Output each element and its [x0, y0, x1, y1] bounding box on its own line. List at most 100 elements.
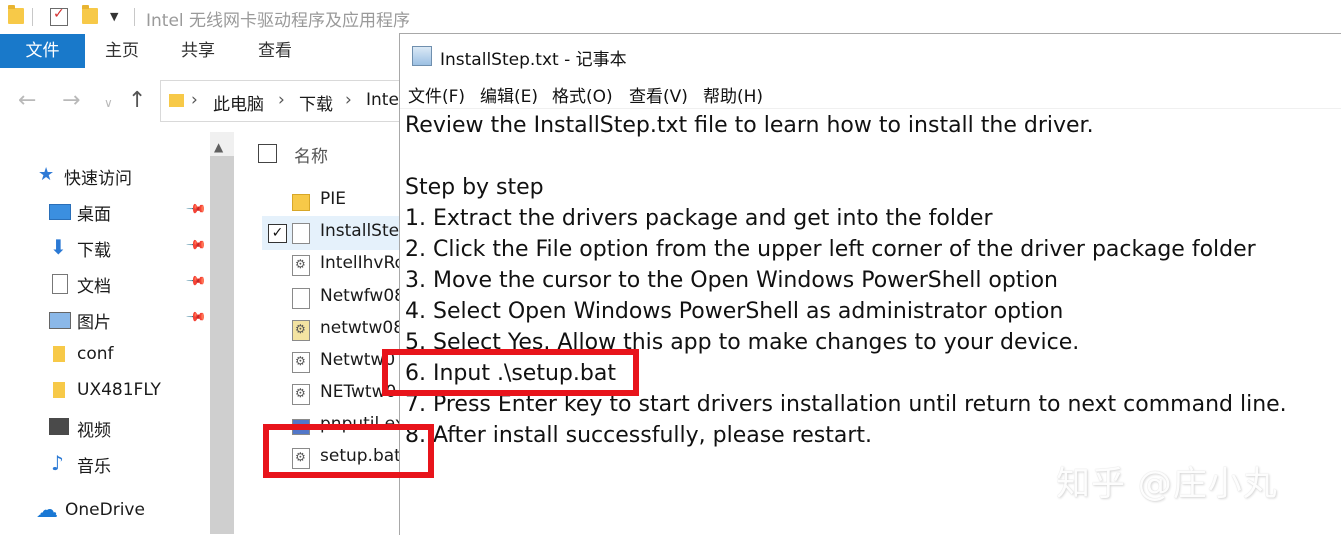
recent-locations-chevron-icon[interactable]: ∨ [104, 96, 113, 110]
sidebar-item-quick-access[interactable]: ★ 快速访问 [0, 158, 210, 192]
file-name: IntelIhvRo [320, 253, 400, 273]
folder-icon [53, 382, 65, 398]
select-all-checkbox[interactable] [258, 144, 277, 163]
text-editor[interactable]: Review the InstallStep.txt file to learn… [405, 110, 1340, 451]
text-line: 8. After install successfully, please re… [405, 423, 873, 448]
menu-file[interactable]: 文件(F) [408, 82, 465, 107]
pin-icon: 📌 [185, 306, 208, 329]
list-item[interactable]: PIE [234, 184, 400, 218]
pin-icon: 📌 [185, 270, 208, 293]
sidebar-item-music[interactable]: ♪ 音乐 [0, 446, 210, 480]
properties-icon[interactable] [50, 6, 68, 26]
up-arrow-icon[interactable]: ↑ [128, 88, 146, 113]
chevron-right-icon[interactable]: › [278, 90, 285, 110]
text-line: Step by step [405, 175, 544, 200]
list-item[interactable]: NETwtw0 [234, 377, 400, 411]
sidebar-item-conf[interactable]: conf [0, 338, 210, 372]
chevron-right-icon[interactable]: › [191, 90, 198, 110]
sidebar-item-ux481fly[interactable]: UX481FLY [0, 374, 210, 408]
pin-icon: 📌 [185, 198, 208, 221]
sidebar-item-label: OneDrive [65, 500, 145, 520]
settings-file-icon [292, 352, 310, 373]
notepad-title-bar: InstallStep.txt - 记事本 [400, 34, 1341, 76]
navigation-pane: ★ 快速访问 桌面 📌 ⬇ 下载 📌 文档 📌 图片 📌 conf UX481F… [0, 132, 210, 534]
watermark: 知乎 @庄小丸 [1056, 464, 1278, 504]
forward-arrow-icon[interactable]: → [62, 88, 80, 113]
file-icon [292, 288, 310, 309]
video-icon [49, 418, 69, 435]
file-name: PIE [320, 189, 347, 209]
scrollbar-thumb[interactable] [210, 156, 234, 534]
text-line: Review the InstallStep.txt file to learn… [405, 113, 1094, 138]
sidebar-item-onedrive[interactable]: ☁ OneDrive [0, 494, 210, 528]
breadcrumb-this-pc[interactable]: 此电脑 [213, 90, 264, 115]
back-arrow-icon[interactable]: ← [18, 88, 36, 113]
settings-file-icon [292, 255, 310, 276]
pin-icon: 📌 [185, 234, 208, 257]
text-line: 2. Click the File option from the upper … [405, 237, 1256, 262]
menu-view[interactable]: 查看(V) [629, 82, 688, 107]
highlight-box-setup-bat [263, 424, 434, 478]
list-item-selected[interactable]: ✓ InstallSte [262, 216, 400, 250]
menu-format[interactable]: 格式(O) [552, 82, 613, 107]
sidebar-item-desktop[interactable]: 桌面 📌 [0, 194, 210, 228]
window-title: InstallStep.txt - 记事本 [440, 50, 627, 70]
file-name: Netwfw08 [320, 286, 400, 306]
sidebar-item-documents[interactable]: 文档 📌 [0, 266, 210, 300]
star-icon: ★ [38, 164, 55, 185]
window-title: Intel 无线网卡驱动程序及应用程序 [146, 11, 411, 31]
breadcrumb-intel-folder[interactable]: Inte [366, 90, 399, 110]
new-folder-icon[interactable] [82, 5, 98, 24]
text-line: 1. Extract the drivers package and get i… [405, 206, 993, 231]
sidebar-item-label: 音乐 [77, 457, 111, 477]
row-checkbox[interactable]: ✓ [268, 224, 287, 243]
divider [134, 8, 135, 26]
list-item[interactable]: Netwfw08 [234, 281, 400, 315]
tab-share[interactable]: 共享 [181, 34, 215, 68]
tab-file[interactable]: 文件 [0, 34, 85, 68]
menu-edit[interactable]: 编辑(E) [480, 82, 538, 107]
tab-home[interactable]: 主页 [105, 34, 139, 68]
sidebar-item-videos[interactable]: 视频 [0, 410, 210, 444]
music-icon: ♪ [51, 451, 64, 475]
menu-help[interactable]: 帮助(H) [703, 82, 763, 107]
chevron-right-icon[interactable]: › [345, 90, 352, 110]
folder-icon [169, 94, 184, 107]
setup-info-icon [292, 320, 310, 341]
list-item[interactable]: netwtw08 [234, 313, 400, 347]
list-item[interactable]: Netwtw0 [234, 345, 400, 379]
text-file-icon [292, 223, 310, 244]
file-name: InstallSte [320, 221, 400, 241]
menu-bar: 文件(F) 编辑(E) 格式(O) 查看(V) 帮助(H) [400, 76, 1341, 109]
sidebar-item-label: 桌面 [77, 205, 111, 225]
download-icon: ⬇ [50, 235, 67, 259]
cloud-icon: ☁ [36, 498, 58, 523]
folder-icon [8, 5, 24, 24]
sidebar-item-label: UX481FLY [77, 380, 161, 400]
sidebar-item-label: 快速访问 [64, 169, 132, 189]
highlight-box-step-6 [382, 349, 639, 396]
scroll-up-icon[interactable]: ▲ [214, 140, 223, 154]
tab-view[interactable]: 查看 [258, 34, 292, 68]
sidebar-item-label: 视频 [77, 421, 111, 441]
explorer-title-bar: ▼ Intel 无线网卡驱动程序及应用程序 [0, 0, 1341, 34]
sidebar-item-downloads[interactable]: ⬇ 下载 📌 [0, 230, 210, 264]
text-line: 3. Move the cursor to the Open Windows P… [405, 268, 1058, 293]
document-icon [52, 274, 68, 294]
notepad-icon [412, 46, 432, 66]
breadcrumb-downloads[interactable]: 下载 [299, 90, 333, 115]
sidebar-item-label: 下载 [77, 241, 111, 261]
text-line: 4. Select Open Windows PowerShell as adm… [405, 299, 1064, 324]
list-item[interactable]: IntelIhvRo [234, 248, 400, 282]
settings-file-icon [292, 384, 310, 405]
nav-pane-scrollbar[interactable]: ▲ [210, 132, 234, 534]
sidebar-item-pictures[interactable]: 图片 📌 [0, 302, 210, 336]
folder-icon [292, 194, 310, 211]
file-name: netwtw08 [320, 318, 400, 338]
address-box[interactable]: › 此电脑 › 下载 › Inte [160, 80, 422, 122]
column-header-name[interactable]: 名称 [294, 142, 328, 167]
text-line [405, 141, 1340, 172]
sidebar-item-label: conf [77, 344, 114, 364]
quick-access-dropdown-icon[interactable]: ▼ [110, 10, 118, 23]
sidebar-item-label: 文档 [77, 277, 111, 297]
